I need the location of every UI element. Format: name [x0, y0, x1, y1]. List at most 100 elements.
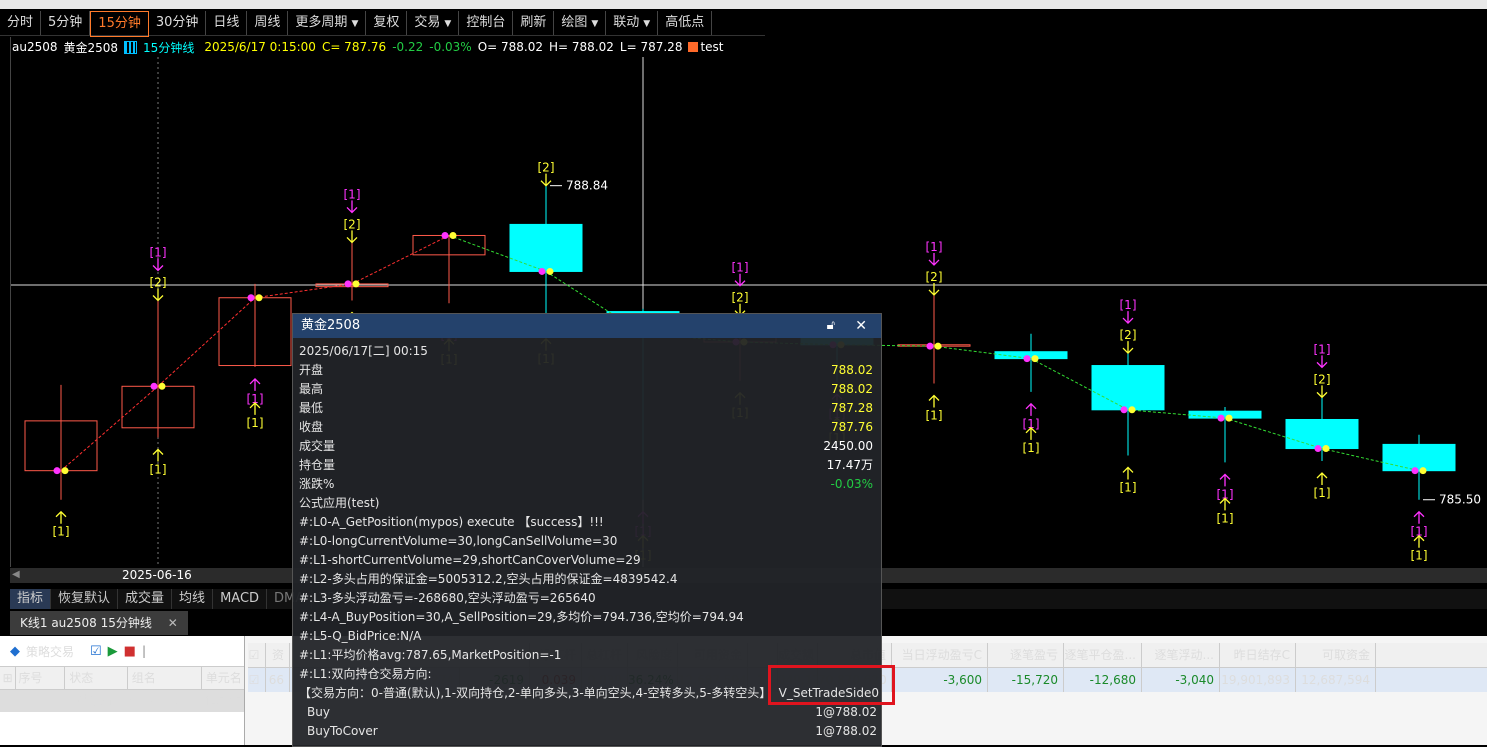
signal-dot: [538, 267, 546, 275]
col-header-unit[interactable]: 单元名: [202, 667, 244, 689]
popup-log-line: #:L5-Q_BidPrice:N/A: [299, 629, 422, 643]
toolbar-item-9[interactable]: 控制台: [459, 11, 514, 35]
popup-field-label: 最低: [299, 401, 324, 415]
toolbar-item-label: 控制台: [466, 15, 506, 30]
grid-col-header[interactable]: 当日浮动盈亏C: [892, 643, 988, 667]
col-header-index[interactable]: 序号: [16, 667, 66, 689]
candle-body: [1091, 365, 1165, 411]
grid-col-header[interactable]: 逐笔盈亏: [988, 643, 1064, 667]
arrow-up-icon: [1025, 402, 1037, 416]
signal-trend-line: [351, 235, 450, 285]
popup-field-row: 最低 787.28: [293, 399, 881, 418]
row-status: 待运行: [78, 694, 115, 708]
grid-col-header[interactable]: 逐笔浮动...: [1142, 643, 1220, 667]
toolbar-item-2[interactable]: 15分钟: [90, 11, 149, 37]
toolbar-item-6[interactable]: 更多周期 ▼: [288, 11, 367, 35]
check-icon[interactable]: ☑: [90, 644, 102, 659]
signal-label-above: [2]: [538, 161, 555, 175]
strategy-trade-button[interactable]: 策略交易: [26, 643, 74, 660]
row-index: 1: [36, 694, 44, 708]
grid-col-header[interactable]: 资: [266, 643, 290, 667]
signal-label-above: [1]: [1120, 298, 1137, 312]
toolbar-item-12[interactable]: 联动 ▼: [606, 11, 659, 35]
scroll-left-icon[interactable]: ◀: [12, 569, 20, 580]
toolbar-item-3[interactable]: 30分钟: [149, 11, 207, 35]
signal-label-below: [1]: [1411, 549, 1428, 563]
close-icon[interactable]: ✕: [168, 616, 178, 630]
popup-field-row: 收盘 787.76: [293, 418, 881, 437]
popup-log-line: #:L2-多头占用的保证金=5005312.2,空头占用的保证金=4839542…: [299, 572, 678, 586]
signal-dot: [441, 231, 449, 239]
popup-log-line: #:L0-A_GetPosition(mypos) execute 【succe…: [299, 515, 604, 529]
arrow-up-icon: [249, 377, 261, 391]
grid-col-header[interactable]: 逐笔平仓盈...: [1064, 643, 1142, 667]
signal-dot: [1419, 467, 1427, 475]
arrow-up-icon: [1413, 510, 1425, 524]
toolbar-item-5[interactable]: 周线: [247, 11, 289, 35]
date-axis-label: 2025-06-16: [122, 568, 192, 582]
popup-field-row: 开盘 788.02: [293, 361, 881, 380]
toolbar-item-10[interactable]: 刷新: [513, 11, 555, 35]
toolbar-item-11[interactable]: 绘图 ▼: [554, 11, 607, 35]
expand-icon[interactable]: ⊞: [0, 667, 17, 689]
popup-titlebar[interactable]: 黄金2508 🔓︎ ✕: [293, 314, 881, 338]
popup-field-row: 持仓量 17.47万: [293, 456, 881, 475]
arrow-up-icon: [1219, 473, 1231, 487]
signal-dot: [1217, 414, 1225, 422]
toolbar-item-4[interactable]: 日线: [206, 11, 248, 35]
toolbar-item-8[interactable]: 交易 ▼: [407, 11, 460, 35]
strategy-panel: ◆ 策略交易 ☑ ▶ ■ | ⊞ 序号 状态 组名 单元名 1 待运行 haig…: [0, 636, 245, 745]
arrow-up-icon: [1316, 472, 1328, 485]
popup-title: 黄金2508: [301, 318, 361, 333]
signal-trend-line: [157, 297, 256, 387]
signal-dot: [344, 280, 352, 288]
strategy-trade-icon[interactable]: ◆: [10, 644, 20, 659]
stop-icon[interactable]: ■: [124, 644, 136, 659]
toolbar-item-1[interactable]: 5分钟: [41, 11, 91, 35]
popup-log-list: 公式应用(test) #:L0-A_GetPosition(mypos) exec…: [293, 494, 881, 684]
toolbar-item-7[interactable]: 复权: [366, 11, 408, 35]
toolbar-item-label: 绘图: [561, 15, 588, 30]
arrow-down-icon: [734, 273, 746, 287]
signal-dot: [158, 382, 166, 390]
grid-cell: 66: [266, 668, 290, 692]
kline-tab-label: K线1 au2508 15分钟线: [20, 616, 152, 630]
kline-window-tab[interactable]: K线1 au2508 15分钟线 ✕: [10, 611, 188, 635]
candle-body: [1285, 418, 1359, 450]
arrow-up-icon: [152, 448, 164, 462]
toolbar-item-13[interactable]: 高低点: [658, 11, 713, 35]
row-checkbox[interactable]: ☑: [248, 668, 266, 692]
popup-datetime: 2025/06/17[二] 00:15: [299, 344, 428, 358]
toolbar-item-label: 联动: [613, 15, 640, 30]
select-all-checkbox[interactable]: ☑: [248, 643, 266, 667]
signal-label-below: [1]: [1120, 480, 1137, 494]
close-icon[interactable]: ✕: [855, 314, 867, 338]
indicator-tab-1[interactable]: 恢复默认: [51, 589, 119, 609]
toolbar-item-0[interactable]: 分时: [0, 11, 42, 35]
popup-field-label: 持仓量: [299, 458, 336, 472]
indicator-tab-3[interactable]: 均线: [172, 589, 214, 609]
row-unit: i2505_: [204, 694, 244, 708]
arrow-down-icon: [1122, 311, 1134, 325]
high-price-label: 788.84: [566, 179, 608, 193]
toolbar-item-label: 更多周期: [295, 15, 348, 30]
grid-col-header[interactable]: 昨日结存C: [1220, 643, 1296, 667]
signal-label-above: [1]: [150, 246, 167, 260]
strategy-row[interactable]: 1 待运行 haigui2025 i2505_: [0, 690, 244, 712]
chevron-down-icon: ▼: [643, 19, 651, 29]
arrow-down-icon: [152, 288, 164, 302]
signal-dot: [1322, 445, 1330, 453]
col-header-status[interactable]: 状态: [65, 667, 128, 689]
row-group: haigui2025: [128, 694, 196, 708]
arrow-down-icon: [1316, 355, 1328, 369]
signal-dot: [352, 280, 360, 288]
grid-col-header[interactable]: 可取资金: [1296, 643, 1376, 667]
indicator-tab-2[interactable]: 成交量: [118, 589, 173, 609]
popup-field-label: 收盘: [299, 420, 324, 434]
run-icon[interactable]: ▶: [108, 644, 118, 659]
unlock-icon[interactable]: 🔓︎: [827, 314, 835, 338]
toolbar-overflow-icon[interactable]: |: [142, 644, 146, 658]
indicator-tab-4[interactable]: MACD: [213, 589, 268, 609]
indicator-tab-0[interactable]: 指标: [10, 589, 52, 609]
col-header-group[interactable]: 组名: [128, 667, 202, 689]
